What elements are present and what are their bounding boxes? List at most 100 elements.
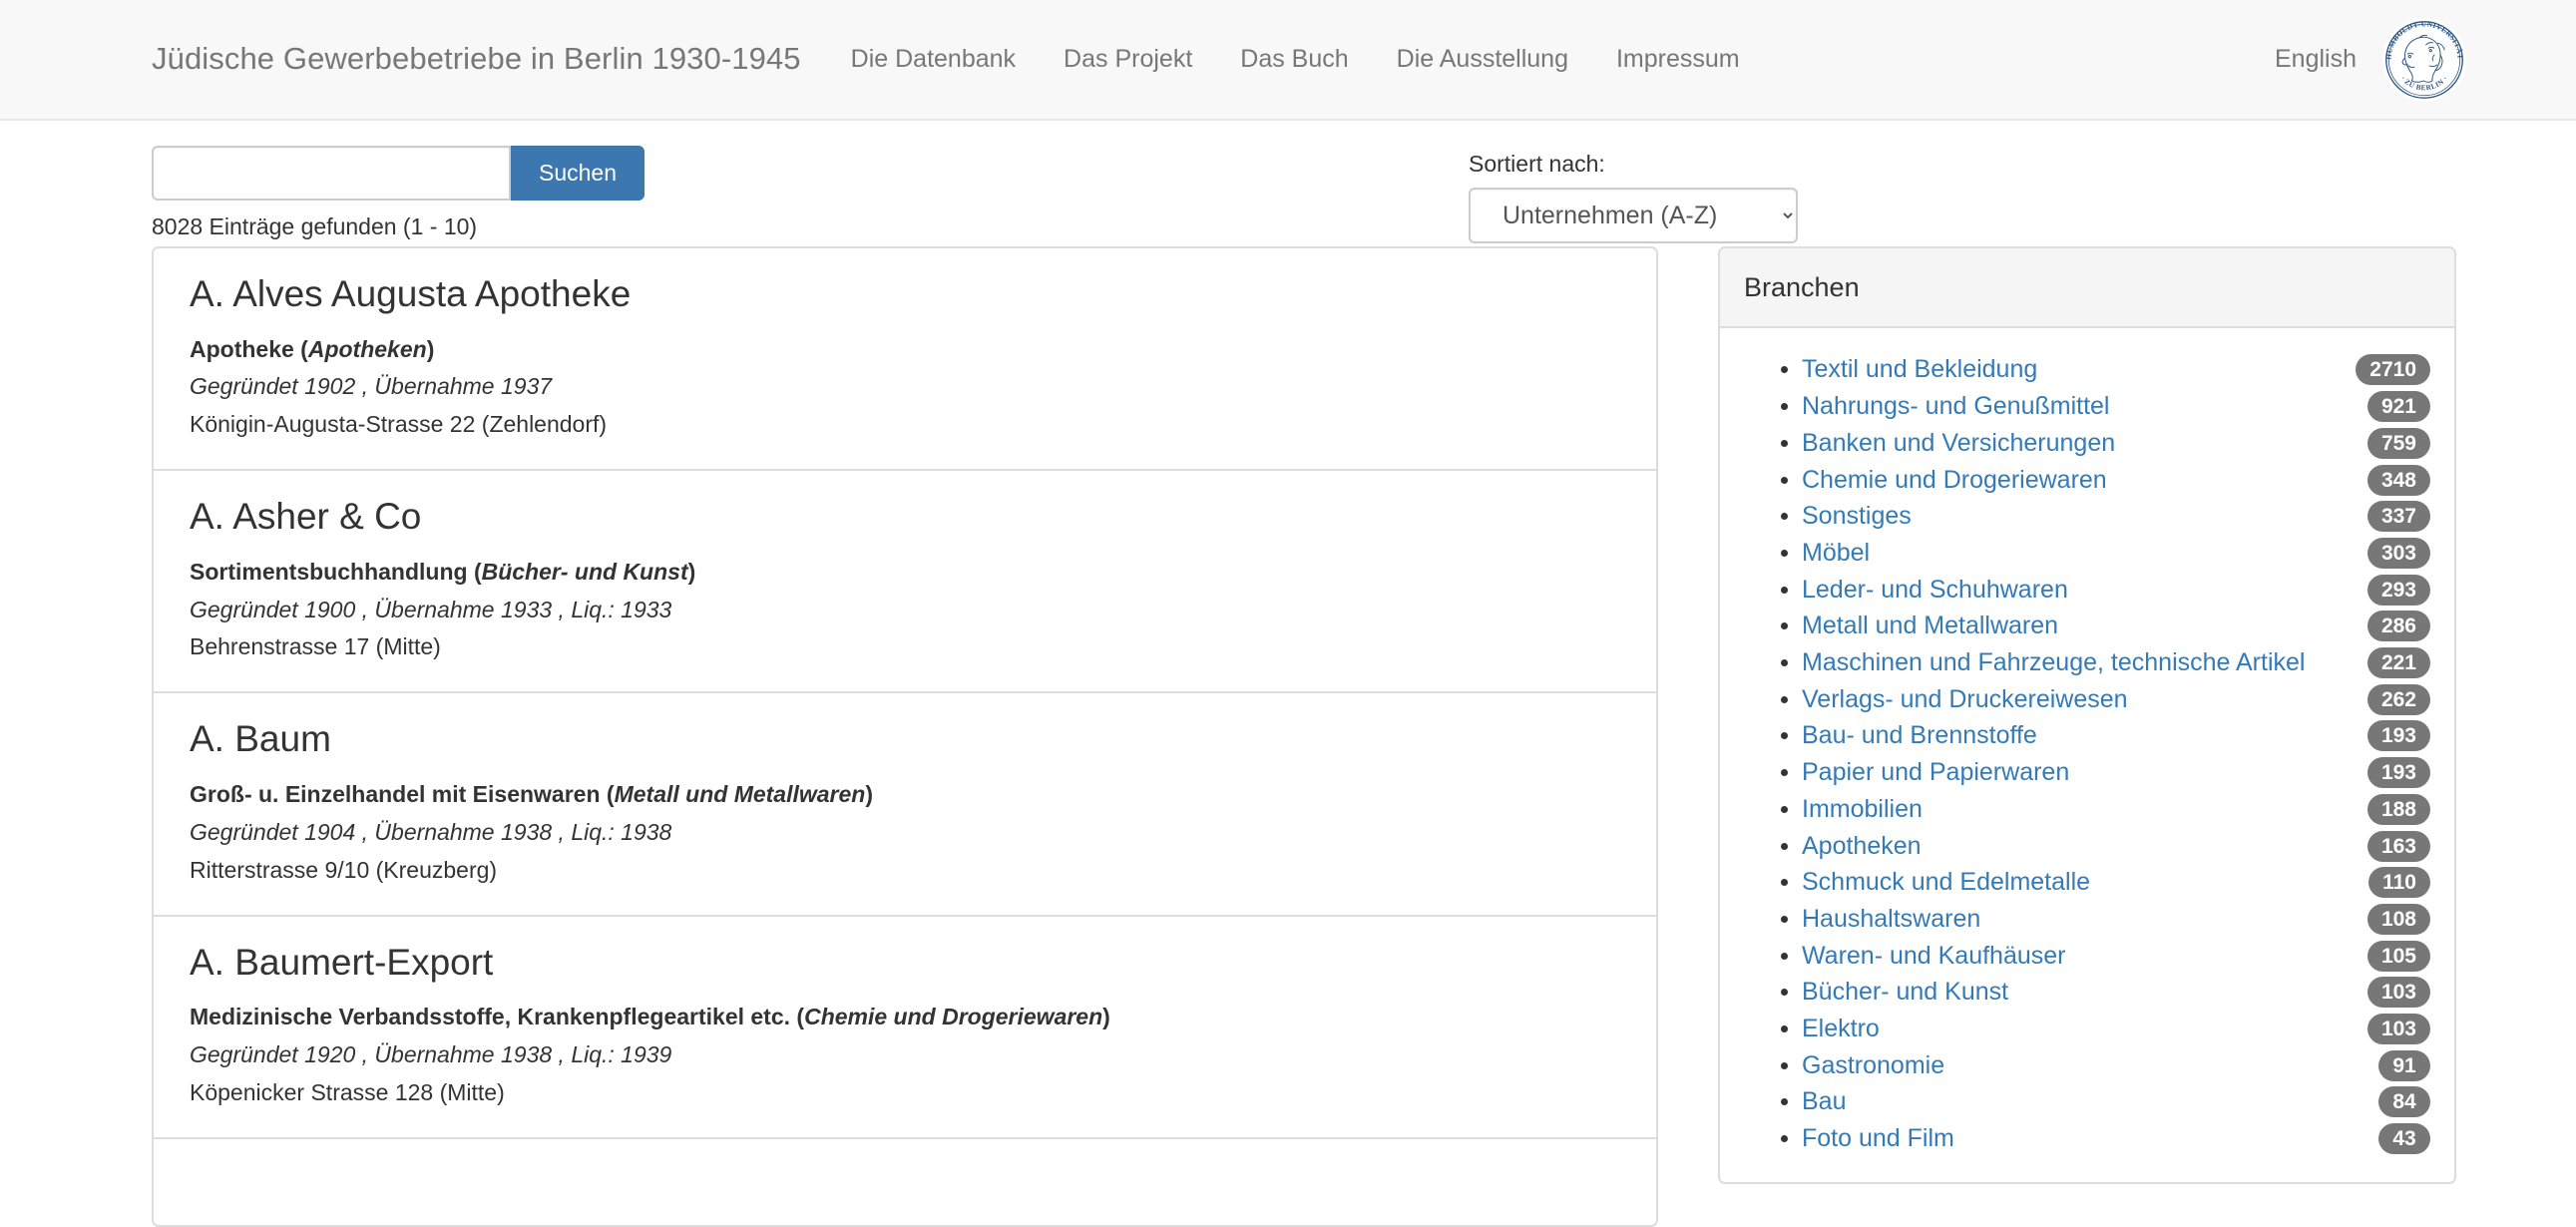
branch-list-item: 262 Verlags- und Druckereiwesen xyxy=(1802,682,2430,718)
result-branch-category: Bücher- und Kunst xyxy=(481,558,688,585)
branches-panel-heading: Branchen xyxy=(1720,247,2454,329)
result-branch-category: Metall und Metallwaren xyxy=(614,780,866,807)
branch-count-badge: 103 xyxy=(2366,977,2430,1009)
branch-list-item: 921 Nahrungs- und Genußmittel xyxy=(1802,389,2430,425)
branch-list-item: 221 Maschinen und Fahrzeuge, technische A… xyxy=(1802,645,2430,681)
branch-link[interactable]: Maschinen und Fahrzeuge, technische Arti… xyxy=(1802,648,2305,676)
branch-count-badge: 759 xyxy=(2366,427,2430,459)
branch-count-badge: 921 xyxy=(2366,391,2430,423)
result-address: Ritterstrasse 9/10 (Kreuzberg) xyxy=(190,856,498,883)
branch-link[interactable]: Textil und Bekleidung xyxy=(1802,355,2037,383)
branch-list-item: 303 Möbel xyxy=(1802,536,2430,572)
sort-label: Sortiert nach: xyxy=(1469,151,1605,177)
branch-link[interactable]: Schmuck und Edelmetalle xyxy=(1802,868,2090,896)
language-switch-english[interactable]: English xyxy=(2275,42,2357,78)
branch-link[interactable]: Apotheken xyxy=(1802,832,1922,860)
search-input[interactable] xyxy=(152,146,511,201)
branch-link[interactable]: Nahrungs- und Genußmittel xyxy=(1802,392,2109,420)
branch-link[interactable]: Chemie und Drogeriewaren xyxy=(1802,466,2107,494)
result-branch-name: Sortimentsbuchhandlung ( xyxy=(190,558,482,585)
nav-item-die-datenbank[interactable]: Die Datenbank xyxy=(827,42,1040,78)
branch-link[interactable]: Papier und Papierwaren xyxy=(1802,758,2069,786)
branch-count-badge: 110 xyxy=(2368,867,2430,899)
search-submit-button[interactable]: Suchen xyxy=(511,146,645,201)
branch-list-item: 105 Waren- und Kaufhäuser xyxy=(1802,939,2430,975)
main-navigation: Die Datenbank Das Projekt Das Buch Die A… xyxy=(827,42,1764,78)
nav-item-das-buch[interactable]: Das Buch xyxy=(1216,42,1372,78)
result-branch-close: ) xyxy=(1102,1004,1110,1030)
result-item[interactable]: A. Baumert-Export Medizinische Verbandss… xyxy=(154,917,1656,1139)
branch-count-badge: 105 xyxy=(2366,940,2430,972)
branch-count-badge: 262 xyxy=(2366,683,2430,715)
nav-link-die-ausstellung[interactable]: Die Ausstellung xyxy=(1397,45,1568,73)
result-item[interactable]: A. Asher & Co Sortimentsbuchhandlung (Bü… xyxy=(154,471,1656,694)
result-address: Behrenstrasse 17 (Mitte) xyxy=(190,633,441,660)
result-title[interactable]: A. Asher & Co xyxy=(190,496,1620,538)
branch-link[interactable]: Möbel xyxy=(1802,539,1870,567)
branch-list-item: 337 Sonstiges xyxy=(1802,499,2430,535)
result-dates: Gegründet 1904 , Übernahme 1938 , Liq.: … xyxy=(190,818,672,845)
humboldt-university-logo: HUMBOLDT-UNIVERSITÄT · ZU BERLIN · xyxy=(2382,17,2466,102)
branch-count-badge: 84 xyxy=(2378,1086,2430,1118)
branch-link[interactable]: Bau xyxy=(1802,1087,1846,1115)
nav-link-das-buch[interactable]: Das Buch xyxy=(1240,45,1348,73)
result-branch-name: Apotheke ( xyxy=(190,335,308,362)
branch-count-badge: 221 xyxy=(2366,647,2430,679)
branch-list-item: 759 Banken und Versicherungen xyxy=(1802,426,2430,462)
branch-link[interactable]: Haushaltswaren xyxy=(1802,905,1980,933)
nav-item-die-ausstellung[interactable]: Die Ausstellung xyxy=(1373,42,1592,78)
branch-list-item: 163 Apotheken xyxy=(1802,829,2430,865)
branch-list-item: 91 Gastronomie xyxy=(1802,1048,2430,1084)
nav-link-das-projekt[interactable]: Das Projekt xyxy=(1064,45,1192,73)
result-title[interactable]: A. Baumert-Export xyxy=(190,942,1620,984)
result-title[interactable]: A. Alves Augusta Apotheke xyxy=(190,273,1620,315)
nav-item-impressum[interactable]: Impressum xyxy=(1592,42,1764,78)
branch-link[interactable]: Sonstiges xyxy=(1802,502,1912,530)
branch-list-item: 293 Leder- und Schuhwaren xyxy=(1802,573,2430,609)
branch-list-item: 103 Bücher- und Kunst xyxy=(1802,975,2430,1011)
site-header: Jüdische Gewerbebetriebe in Berlin 1930-… xyxy=(0,0,2576,121)
results-column: A. Alves Augusta Apotheke Apotheke (Apot… xyxy=(152,245,1658,1227)
branch-link[interactable]: Bücher- und Kunst xyxy=(1802,978,2008,1006)
result-branch: Medizinische Verbandsstoffe, Krankenpfle… xyxy=(190,1001,1620,1033)
branch-list-item: 193 Papier und Papierwaren xyxy=(1802,755,2430,791)
branch-list-item: 348 Chemie und Drogeriewaren xyxy=(1802,463,2430,499)
result-item[interactable]: A. Alves Augusta Apotheke Apotheke (Apot… xyxy=(154,248,1656,472)
branch-link[interactable]: Banken und Versicherungen xyxy=(1802,429,2115,457)
result-branch-close: ) xyxy=(687,558,696,585)
branch-link[interactable]: Gastronomie xyxy=(1802,1051,1944,1079)
branch-link[interactable]: Verlags- und Druckereiwesen xyxy=(1802,685,2128,713)
results-toolbar: Suchen 8028 Einträge gefunden (1 - 10) S… xyxy=(152,121,2424,243)
page-container: Suchen 8028 Einträge gefunden (1 - 10) S… xyxy=(0,121,2576,1227)
branch-count-badge: 163 xyxy=(2366,830,2430,862)
result-item[interactable]: A. Baum Groß- u. Einzelhandel mit Eisenw… xyxy=(154,693,1656,917)
branch-count-badge: 193 xyxy=(2366,757,2430,789)
search-form: Suchen xyxy=(152,146,1329,201)
branch-link[interactable]: Bau- und Brennstoffe xyxy=(1802,721,2037,749)
branch-list-item: 286 Metall und Metallwaren xyxy=(1802,609,2430,644)
branch-count-badge: 91 xyxy=(2378,1049,2430,1081)
nav-item-das-projekt[interactable]: Das Projekt xyxy=(1040,42,1216,78)
result-branch: Groß- u. Einzelhandel mit Eisenwaren (Me… xyxy=(190,778,1620,811)
site-brand-title: Jüdische Gewerbebetriebe in Berlin 1930-… xyxy=(152,41,801,77)
sort-column: Sortiert nach: Unternehmen (A-Z) xyxy=(1469,146,1798,243)
branch-count-badge: 193 xyxy=(2366,720,2430,752)
result-count-text: 8028 Einträge gefunden (1 - 10) xyxy=(152,213,478,239)
branch-link[interactable]: Metall und Metallwaren xyxy=(1802,612,2058,639)
branch-link[interactable]: Foto und Film xyxy=(1802,1124,1954,1152)
result-branch-name: Medizinische Verbandsstoffe, Krankenpfle… xyxy=(190,1004,805,1030)
branches-panel-title: Branchen xyxy=(1744,271,1860,302)
nav-link-die-datenbank[interactable]: Die Datenbank xyxy=(851,45,1016,73)
branch-link[interactable]: Elektro xyxy=(1802,1015,1880,1042)
sort-select[interactable]: Unternehmen (A-Z) xyxy=(1469,187,1798,243)
result-branch-close: ) xyxy=(865,780,874,807)
branch-list-item: 108 Haushaltswaren xyxy=(1802,902,2430,938)
branch-link[interactable]: Immobilien xyxy=(1802,795,1923,823)
result-title[interactable]: A. Baum xyxy=(190,719,1620,760)
nav-link-impressum[interactable]: Impressum xyxy=(1616,45,1740,73)
branch-list-item: 103 Elektro xyxy=(1802,1012,2430,1047)
branch-link[interactable]: Leder- und Schuhwaren xyxy=(1802,576,2068,604)
content-columns: A. Alves Augusta Apotheke Apotheke ( Apot… xyxy=(152,245,2456,1227)
result-item[interactable] xyxy=(154,1139,1656,1225)
branch-link[interactable]: Waren- und Kaufhäuser xyxy=(1802,942,2066,970)
